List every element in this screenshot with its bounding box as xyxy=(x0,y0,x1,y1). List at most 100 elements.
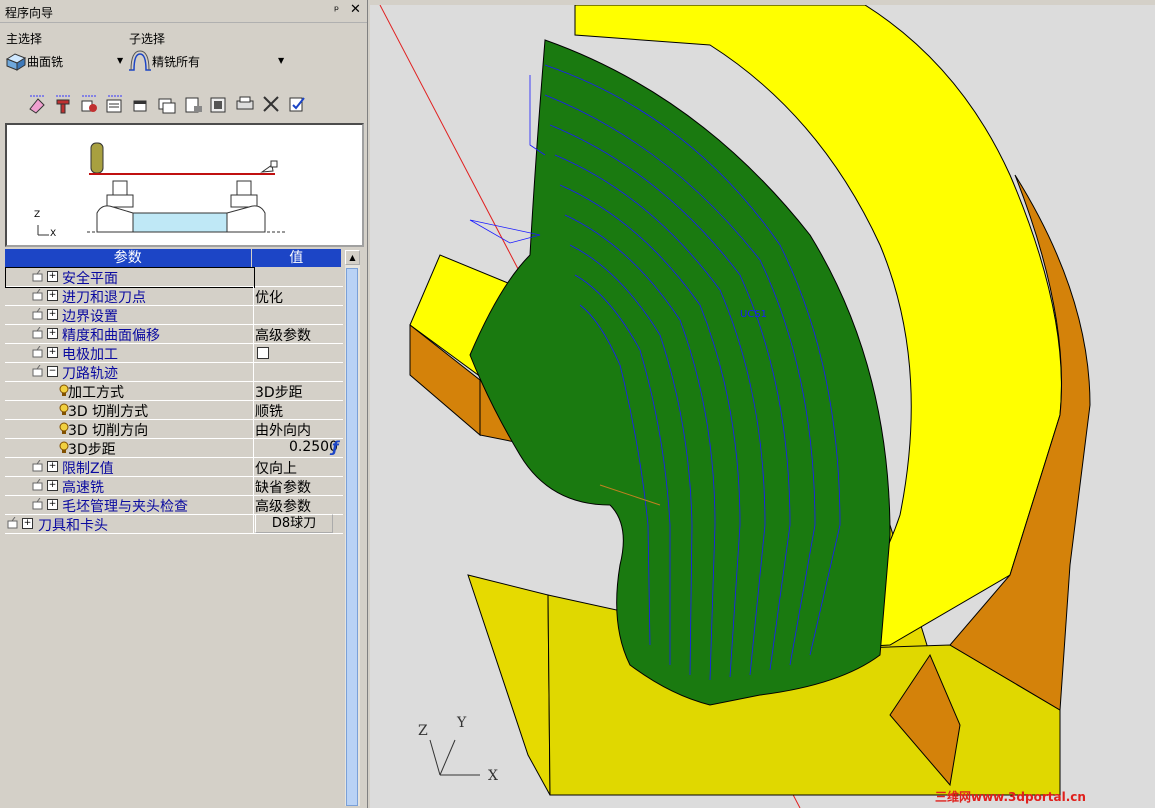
preview-diagram xyxy=(37,142,287,236)
window-icon-2[interactable] xyxy=(156,93,178,115)
row-value[interactable]: 高级参数 xyxy=(255,496,311,516)
preview-axis-z: Z xyxy=(34,210,41,220)
model-view: UCS1 xyxy=(379,5,1091,808)
row-label: 3D 切削方式 xyxy=(68,404,149,420)
operation-list-icon[interactable] xyxy=(104,93,126,115)
toolbar xyxy=(26,91,308,117)
panel-titlebar: 程序向导 ᵖ ✕ xyxy=(0,0,367,23)
close-icon[interactable]: ✕ xyxy=(350,2,361,17)
tool-list-icon[interactable] xyxy=(78,93,100,115)
window-icon[interactable] xyxy=(130,93,152,115)
row-3d-stepover[interactable]: 3D步距 0.2500 ƒ xyxy=(5,438,343,458)
check-icon[interactable] xyxy=(286,93,308,115)
row-label: 边界设置 xyxy=(62,309,118,325)
axis-z-label: Z xyxy=(418,723,428,739)
row-label: 安全平面 xyxy=(62,271,118,287)
expand-icon[interactable]: + xyxy=(47,480,58,491)
tool-select-button[interactable]: D8球刀 xyxy=(255,514,333,533)
param-icon xyxy=(32,327,43,339)
row-precision[interactable]: + 精度和曲面偏移 高级参数 xyxy=(5,324,343,344)
expand-icon[interactable]: + xyxy=(22,518,33,529)
program-wizard-panel: 程序向导 ᵖ ✕ 主选择 子选择 曲面铣 ▼ 精铣所有 ▼ Z X 参数 值 +… xyxy=(0,0,368,808)
row-value[interactable]: 缺省参数 xyxy=(255,477,311,497)
collapse-icon[interactable]: − xyxy=(47,366,58,377)
row-label: 刀路轨迹 xyxy=(62,366,118,382)
row-value[interactable]: 顺铣 xyxy=(255,401,283,421)
param-icon xyxy=(32,270,43,282)
row-label: 3D 切削方向 xyxy=(68,423,149,439)
cut-icon[interactable] xyxy=(260,93,282,115)
row-safety-plane[interactable]: + 安全平面 xyxy=(5,267,343,288)
row-label: 精度和曲面偏移 xyxy=(62,328,160,344)
operation-preview: Z X xyxy=(5,123,364,247)
param-icon xyxy=(32,479,43,491)
row-value[interactable]: 3D步距 xyxy=(255,382,303,402)
row-limit-z[interactable]: + 限制Z值 仅向上 xyxy=(5,457,343,477)
grid-scrollbar[interactable]: ▲ xyxy=(345,250,360,806)
expand-icon[interactable]: + xyxy=(47,290,58,301)
expand-icon[interactable]: + xyxy=(47,461,58,472)
finish-mill-icon xyxy=(129,50,151,71)
row-machining-mode[interactable]: 加工方式 3D步距 xyxy=(5,381,343,401)
row-tool-holder[interactable]: + 刀具和卡头 D8球刀 xyxy=(5,514,343,534)
print-icon[interactable] xyxy=(234,93,256,115)
chevron-down-icon: ▼ xyxy=(278,56,285,65)
scroll-up-icon[interactable]: ▲ xyxy=(345,250,360,265)
preview-axis-x: X xyxy=(50,229,57,239)
param-icon xyxy=(32,346,43,358)
panel-title: 程序向导 xyxy=(5,6,54,20)
param-icon xyxy=(32,498,43,510)
row-value[interactable]: 由外向内 xyxy=(255,420,311,440)
expand-icon[interactable]: + xyxy=(47,347,58,358)
row-value[interactable]: 优化 xyxy=(255,287,283,307)
3d-viewport[interactable]: UCS1 Z Y X xyxy=(370,5,1155,808)
expand-icon[interactable]: + xyxy=(47,309,58,320)
main-select-dropdown[interactable]: 曲面铣 ▼ xyxy=(5,50,125,72)
grid-header: 参数 值 xyxy=(5,249,342,267)
header-value[interactable]: 值 xyxy=(251,249,342,267)
row-value[interactable]: 高级参数 xyxy=(255,325,311,345)
scroll-thumb[interactable] xyxy=(346,268,358,806)
param-icon xyxy=(32,308,43,320)
row-value[interactable]: 仅向上 xyxy=(255,458,297,478)
row-high-speed[interactable]: + 高速铣 缺省参数 xyxy=(5,476,343,496)
param-icon xyxy=(32,365,43,377)
row-lead-in-out[interactable]: + 进刀和退刀点 优化 xyxy=(5,286,343,306)
row-label: 高速铣 xyxy=(62,480,104,496)
chevron-down-icon: ▼ xyxy=(117,56,124,65)
yellow-front-face xyxy=(467,574,551,796)
tool-icon[interactable] xyxy=(52,93,74,115)
pin-icon[interactable]: ᵖ xyxy=(334,3,339,17)
parameter-grid: 参数 值 + 安全平面 + 进刀和退刀点 优化 + 边界设置 + 精度和曲面偏移… xyxy=(5,248,360,808)
main-select-value: 曲面铣 xyxy=(27,54,64,69)
row-label: 刀具和卡头 xyxy=(38,518,108,534)
surface-mill-icon xyxy=(5,53,27,71)
row-3d-cut-mode[interactable]: 3D 切削方式 顺铣 xyxy=(5,400,343,420)
row-value[interactable]: 0.2500 xyxy=(289,439,338,455)
row-3d-cut-direction[interactable]: 3D 切削方向 由外向内 xyxy=(5,419,343,439)
row-toolpath[interactable]: − 刀路轨迹 xyxy=(5,362,343,382)
row-label: 加工方式 xyxy=(68,385,124,401)
sub-select-dropdown[interactable]: 精铣所有 ▼ xyxy=(128,50,288,72)
param-icon xyxy=(32,289,43,301)
row-stock-management[interactable]: + 毛坯管理与夹头检查 高级参数 xyxy=(5,495,343,515)
eraser-icon[interactable] xyxy=(26,93,48,115)
row-label: 3D步距 xyxy=(68,442,116,458)
row-boundary[interactable]: + 边界设置 xyxy=(5,305,343,325)
data-icon[interactable] xyxy=(208,93,230,115)
expand-icon[interactable]: + xyxy=(47,499,58,510)
row-electrode[interactable]: + 电极加工 xyxy=(5,343,343,363)
electrode-checkbox[interactable] xyxy=(257,347,269,359)
row-label: 毛坯管理与夹头检查 xyxy=(62,499,188,515)
report-icon[interactable] xyxy=(182,93,204,115)
axis-x-label: X xyxy=(488,768,498,784)
header-param[interactable]: 参数 xyxy=(5,249,252,267)
expand-icon[interactable]: + xyxy=(47,271,58,282)
param-icon xyxy=(32,460,43,472)
expand-icon[interactable]: + xyxy=(47,328,58,339)
formula-icon[interactable]: ƒ xyxy=(332,438,339,456)
sub-select-value: 精铣所有 xyxy=(152,54,201,69)
main-select-label: 主选择 xyxy=(6,32,43,46)
row-label: 限制Z值 xyxy=(62,461,114,477)
sub-select-label: 子选择 xyxy=(129,32,166,46)
